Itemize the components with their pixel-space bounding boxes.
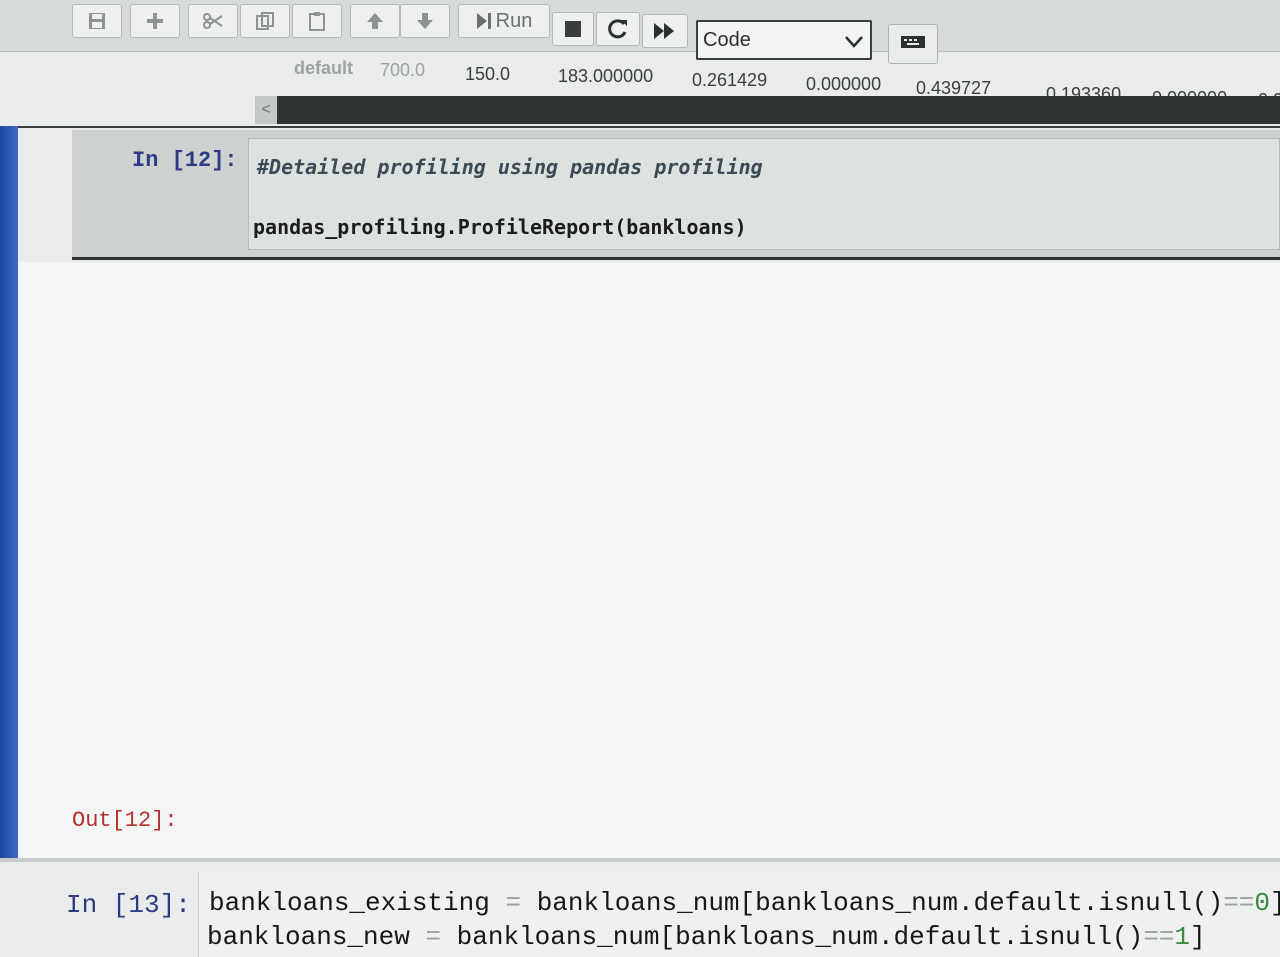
code-operator: == xyxy=(1223,888,1255,918)
notebook-toolbar: Run Code xyxy=(0,0,1280,64)
fast-forward-icon xyxy=(653,22,677,40)
selected-cell-indicator xyxy=(0,126,18,861)
run-button[interactable]: Run xyxy=(458,4,550,38)
cut-button[interactable] xyxy=(188,4,238,38)
code-line: bankloans_new = bankloans_num[bankloans_… xyxy=(207,922,1206,952)
interrupt-button[interactable] xyxy=(552,12,594,46)
code-operator: == xyxy=(1143,922,1175,952)
move-down-icon xyxy=(416,12,434,30)
code-token: ] xyxy=(1190,922,1206,952)
restart-run-all-button[interactable] xyxy=(642,14,688,48)
cell-type-value: Code xyxy=(703,28,751,51)
code-token: bankloans_num[bankloans_num.default.isnu… xyxy=(536,888,1224,918)
output-prompt: Out[12]: xyxy=(72,808,178,833)
stop-icon xyxy=(564,20,582,38)
add-cell-icon xyxy=(146,12,164,30)
code-operator: = xyxy=(505,888,522,918)
code-token: bankloans_new xyxy=(207,922,410,952)
cut-icon xyxy=(202,12,224,30)
restart-button[interactable] xyxy=(596,12,640,46)
code-editor[interactable]: #Detailed profiling using pandas profili… xyxy=(248,138,1280,250)
cell-12-output-area xyxy=(18,262,1280,860)
code-number: 1 xyxy=(1174,922,1191,952)
copy-button[interactable] xyxy=(240,4,290,38)
paste-button[interactable] xyxy=(292,4,342,38)
dataframe-row-default: default 700.0 150.0 183.000000 0.261429 … xyxy=(260,52,1280,110)
add-cell-button[interactable] xyxy=(130,4,180,38)
move-up-button[interactable] xyxy=(350,4,400,38)
code-token: bankloans_existing xyxy=(209,888,490,918)
save-icon xyxy=(87,11,107,31)
table-cell: 150.0 xyxy=(465,64,511,84)
code-number: 0 xyxy=(1254,888,1271,918)
code-line: bankloans_existing = bankloans_num[bankl… xyxy=(209,888,1280,918)
code-line: pandas_profiling.ProfileReport(bankloans… xyxy=(253,215,747,239)
table-cell: 700.0 xyxy=(380,60,426,80)
code-token: bankloans_num[bankloans_num.default.isnu… xyxy=(456,922,1144,952)
run-icon xyxy=(476,12,492,30)
code-operator: = xyxy=(425,922,442,952)
move-down-button[interactable] xyxy=(400,4,450,38)
cell-divider xyxy=(0,858,1280,862)
input-prompt: In [12]: xyxy=(132,148,238,173)
code-comment-line: #Detailed profiling using pandas profili… xyxy=(257,155,763,179)
table-cell: 0.000000 xyxy=(806,74,882,94)
restart-icon xyxy=(607,18,629,40)
save-button[interactable] xyxy=(72,4,122,38)
move-up-icon xyxy=(366,12,384,30)
code-editor[interactable]: bankloans_existing = bankloans_num[bankl… xyxy=(198,872,1280,957)
row-index: default xyxy=(294,58,354,78)
code-token: ] xyxy=(1270,888,1280,918)
copy-icon xyxy=(255,11,275,31)
table-cell: 0.261429 xyxy=(692,70,768,90)
horizontal-scrollbar[interactable]: < xyxy=(255,96,1280,124)
run-label: Run xyxy=(495,9,533,32)
input-prompt: In [13]: xyxy=(66,890,191,920)
paste-icon xyxy=(307,11,327,31)
table-cell: 183.000000 xyxy=(558,66,654,86)
scroll-left-arrow[interactable]: < xyxy=(255,96,277,124)
